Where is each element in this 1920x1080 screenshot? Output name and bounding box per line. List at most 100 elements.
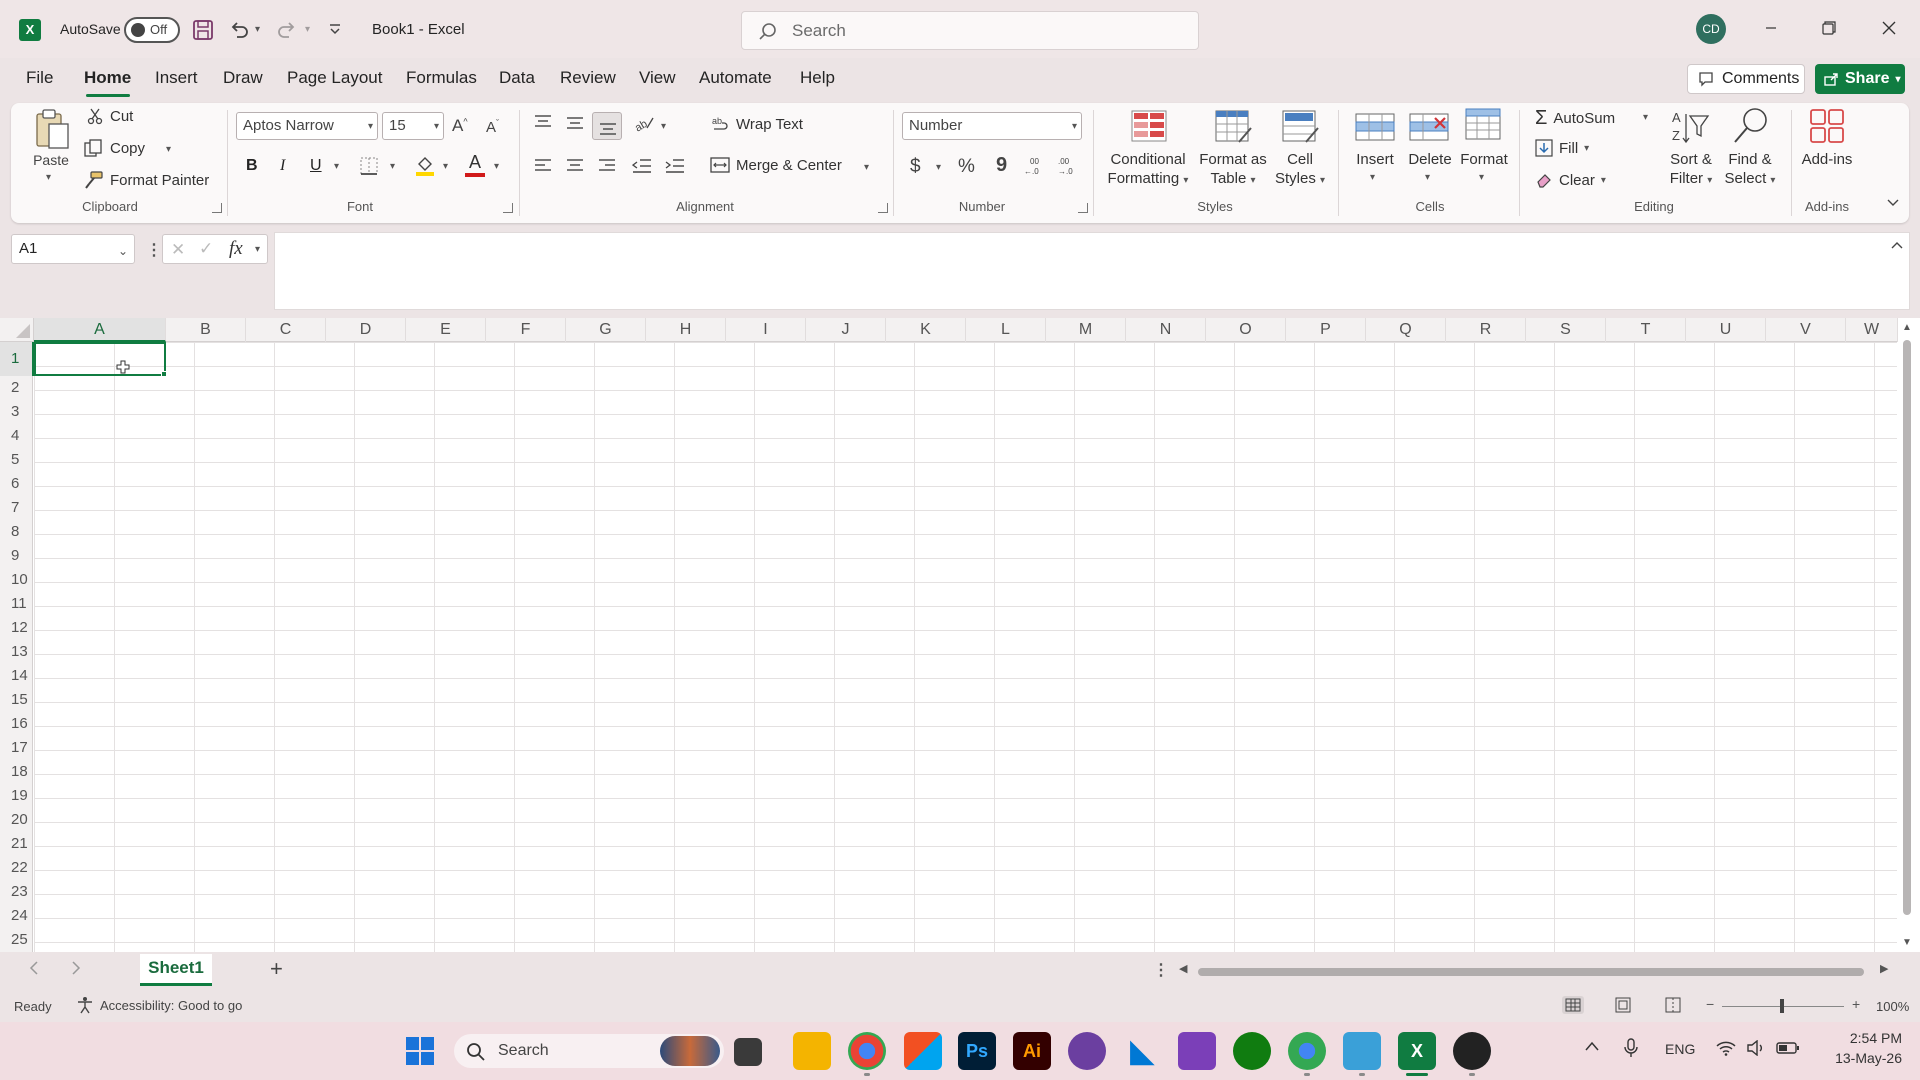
decrease-indent-icon[interactable] (632, 158, 652, 174)
scroll-down-icon[interactable]: ▼ (1902, 937, 1912, 948)
undo-icon[interactable] (228, 19, 250, 41)
autosum-dropdown-icon[interactable]: ▾ (1643, 112, 1648, 123)
borders-icon[interactable] (360, 157, 378, 175)
menu-help[interactable]: Help (800, 68, 835, 92)
minimize-button[interactable] (1748, 8, 1794, 48)
page-break-view-icon[interactable] (1662, 996, 1684, 1014)
next-sheet-icon[interactable] (70, 960, 82, 976)
alignment-launcher-icon[interactable] (878, 203, 888, 213)
formula-input[interactable] (274, 232, 1910, 310)
fill-button[interactable]: Fill ▾ (1535, 139, 1589, 157)
column-header-c[interactable]: C (246, 318, 326, 342)
scroll-right-icon[interactable]: ▶ (1880, 962, 1888, 975)
autosave-toggle[interactable]: Off (124, 17, 180, 43)
row-header-7[interactable]: 7 (0, 496, 33, 520)
delete-cells-icon[interactable] (1409, 110, 1449, 144)
column-header-m[interactable]: M (1046, 318, 1126, 342)
clear-button[interactable]: Clear ▾ (1535, 171, 1606, 189)
row-header-10[interactable]: 10 (0, 568, 33, 592)
comments-button[interactable]: Comments (1687, 64, 1805, 94)
align-right-icon[interactable] (598, 158, 616, 174)
format-cells-label[interactable]: Format (1456, 150, 1512, 169)
row-header-4[interactable]: 4 (0, 424, 33, 448)
row-header-5[interactable]: 5 (0, 448, 33, 472)
row-header-15[interactable]: 15 (0, 688, 33, 712)
font-name-select[interactable]: Aptos Narrow ▾ (236, 112, 378, 140)
font-size-select[interactable]: 15 ▾ (382, 112, 444, 140)
borders-dropdown-icon[interactable]: ▾ (390, 161, 395, 172)
conditional-formatting-label[interactable]: Conditional Formatting ▾ (1106, 150, 1190, 190)
delete-cells-label[interactable]: Delete (1404, 150, 1456, 169)
column-header-l[interactable]: L (966, 318, 1046, 342)
column-header-a[interactable]: A (34, 318, 166, 342)
vscode-icon[interactable]: ◣ (1123, 1032, 1161, 1070)
row-header-22[interactable]: 22 (0, 856, 33, 880)
find-select-label[interactable]: Find & Select ▾ (1718, 150, 1782, 190)
language-indicator[interactable]: ENG (1665, 1041, 1695, 1057)
scroll-up-icon[interactable]: ▲ (1902, 322, 1912, 333)
merge-center-button[interactable]: Merge & Center (710, 156, 842, 174)
orientation-icon[interactable]: ab (633, 114, 655, 132)
wrap-text-button[interactable]: ab Wrap Text (712, 115, 803, 133)
save-icon[interactable] (192, 19, 214, 41)
chrome-profile-icon[interactable] (1288, 1032, 1326, 1070)
name-box[interactable]: A1 ⌄ (11, 234, 135, 264)
restore-button[interactable] (1806, 8, 1852, 48)
battery-icon[interactable] (1776, 1040, 1800, 1056)
font-color-dropdown-icon[interactable]: ▾ (494, 161, 499, 172)
delete-dropdown-icon[interactable]: ▾ (1425, 172, 1430, 183)
menu-review[interactable]: Review (560, 68, 616, 92)
control-panel-icon[interactable] (1343, 1032, 1381, 1070)
row-header-21[interactable]: 21 (0, 832, 33, 856)
row-header-14[interactable]: 14 (0, 664, 33, 688)
photoshop-icon[interactable]: Ps (958, 1032, 996, 1070)
row-header-20[interactable]: 20 (0, 808, 33, 832)
insert-function-button[interactable]: fx (229, 238, 243, 260)
row-header-11[interactable]: 11 (0, 592, 33, 616)
normal-view-button[interactable] (1562, 996, 1584, 1014)
row-header-2[interactable]: 2 (0, 376, 33, 400)
cell-styles-icon[interactable] (1282, 110, 1320, 144)
sort-filter-icon[interactable]: AZ (1670, 108, 1710, 148)
zoom-slider-thumb[interactable] (1780, 999, 1784, 1013)
cell-area[interactable] (34, 342, 1897, 952)
currency-button[interactable]: $ (910, 156, 921, 178)
format-as-table-icon[interactable] (1215, 110, 1253, 144)
format-dropdown-icon[interactable]: ▾ (1479, 172, 1484, 183)
menu-insert[interactable]: Insert (155, 68, 198, 92)
chrome-icon[interactable] (848, 1032, 886, 1070)
format-painter-button[interactable]: Format Painter (84, 171, 209, 189)
share-button[interactable]: Share ▾ (1815, 64, 1905, 94)
menu-data[interactable]: Data (499, 68, 535, 92)
increase-indent-icon[interactable] (665, 158, 685, 174)
align-middle-icon[interactable] (566, 114, 584, 130)
row-header-13[interactable]: 13 (0, 640, 33, 664)
menu-formulas[interactable]: Formulas (406, 68, 477, 92)
row-header-8[interactable]: 8 (0, 520, 33, 544)
account-avatar[interactable]: CD (1696, 14, 1726, 44)
page-layout-view-icon[interactable] (1612, 996, 1634, 1014)
currency-dropdown-icon[interactable]: ▾ (936, 162, 941, 173)
autosum-button[interactable]: Σ AutoSum (1535, 107, 1615, 130)
column-header-w[interactable]: W (1846, 318, 1898, 342)
add-ins-label[interactable]: Add-ins (1796, 150, 1858, 169)
media-app-icon[interactable] (1453, 1032, 1491, 1070)
align-bottom-button[interactable] (592, 112, 622, 140)
italic-button[interactable]: I (280, 157, 285, 175)
row-header-25[interactable]: 25 (0, 928, 33, 952)
conditional-formatting-icon[interactable] (1131, 110, 1167, 142)
align-top-icon[interactable] (534, 114, 552, 130)
increase-decimal-icon[interactable]: 00 ←.0 (1024, 155, 1048, 175)
column-header-v[interactable]: V (1766, 318, 1846, 342)
row-header-19[interactable]: 19 (0, 784, 33, 808)
cut-button[interactable]: Cut (86, 107, 133, 125)
row-header-16[interactable]: 16 (0, 712, 33, 736)
find-select-icon[interactable] (1731, 106, 1771, 146)
underline-dropdown-icon[interactable]: ▾ (334, 161, 339, 172)
selected-cell[interactable] (34, 342, 166, 376)
redo-icon[interactable] (276, 19, 298, 41)
add-sheet-button[interactable]: + (270, 956, 283, 982)
taskbar-search[interactable]: Search (454, 1034, 724, 1068)
decrease-font-icon[interactable]: Aˇ (486, 118, 499, 136)
accessibility-status[interactable]: Accessibility: Good to go (76, 996, 242, 1014)
